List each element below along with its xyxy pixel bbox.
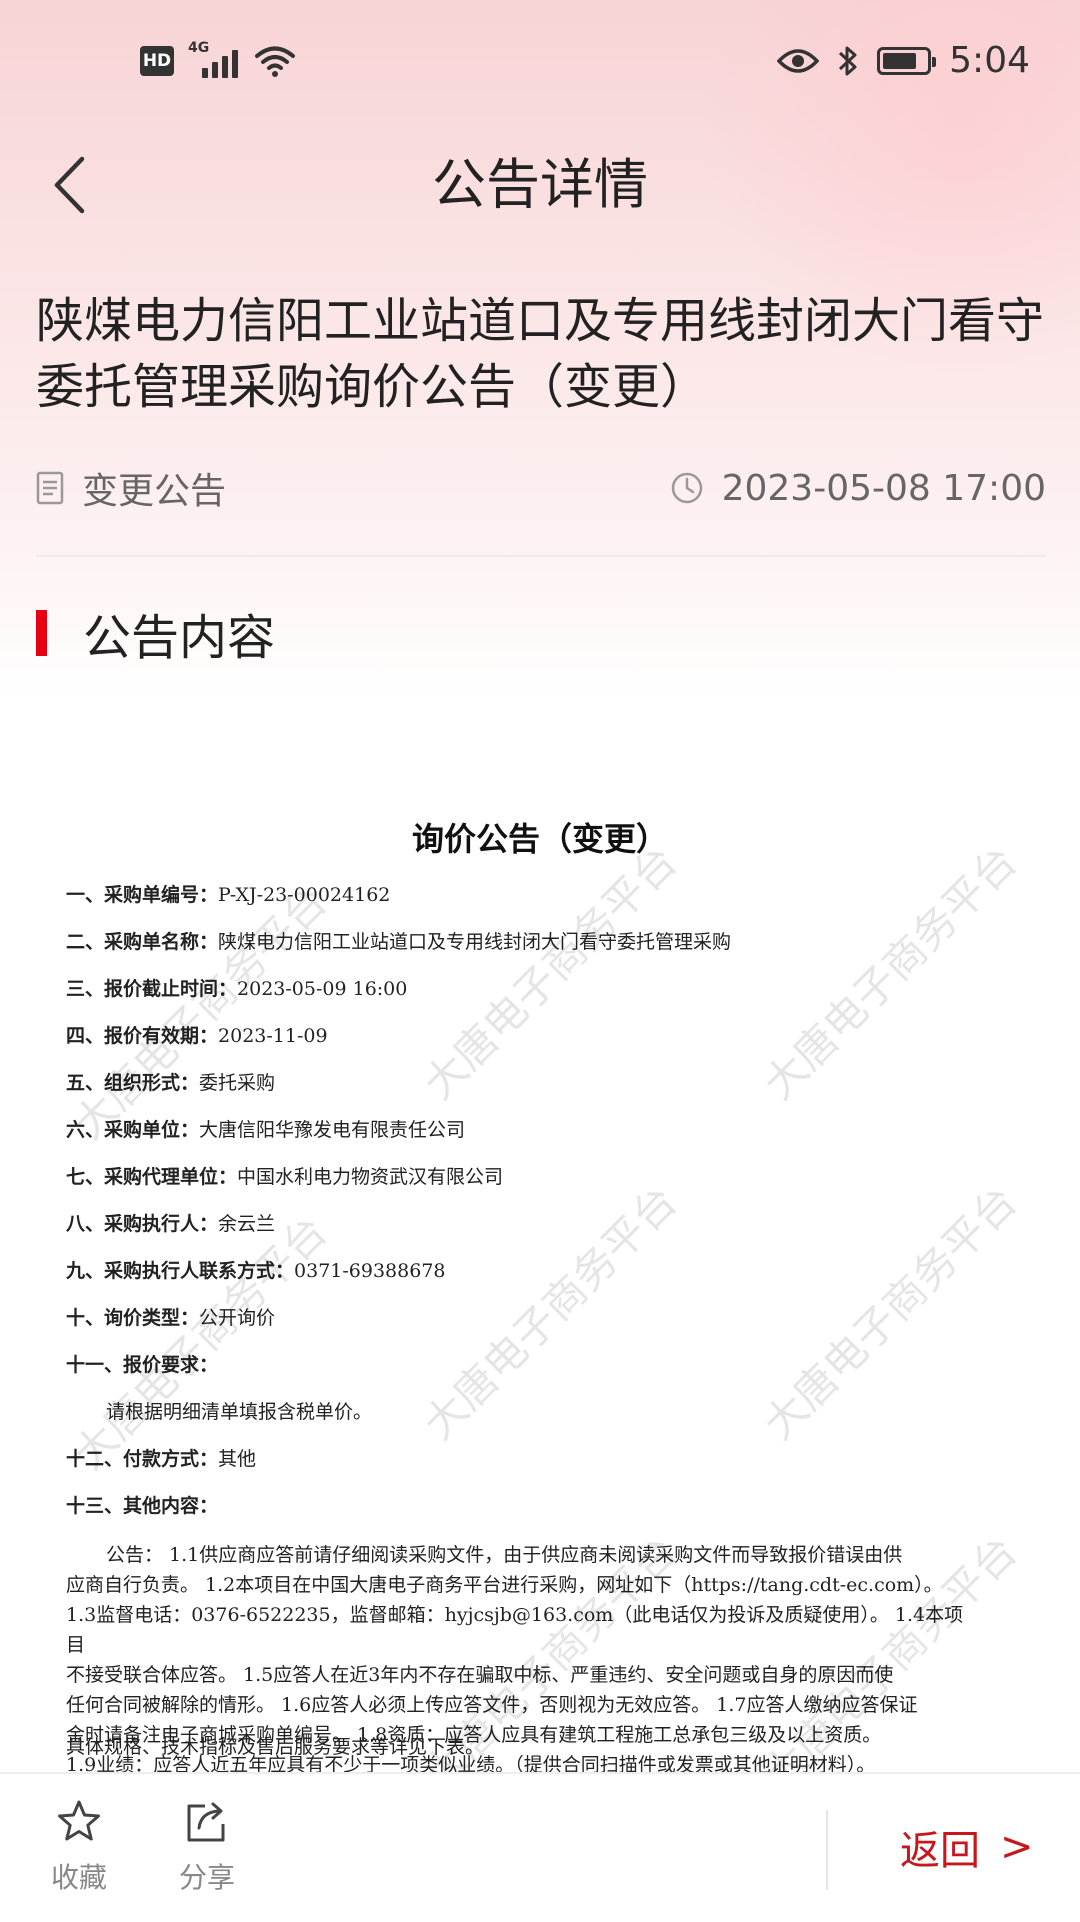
bottom-divider: [826, 1810, 828, 1890]
status-right: 5:04: [777, 40, 1030, 81]
notice-category: 变更公告: [36, 462, 226, 514]
document-item: 七、采购代理单位：中国水利电力物资武汉有限公司: [66, 1166, 504, 1188]
document-item: 六、采购单位：大唐信阳华豫发电有限责任公司: [66, 1119, 466, 1141]
status-time: 5:04: [949, 40, 1030, 81]
bluetooth-icon: [839, 46, 857, 75]
star-icon: [58, 1800, 100, 1841]
document-item: 五、组织形式：委托采购: [66, 1072, 276, 1094]
status-bar: HD 4G 5:04: [0, 0, 1080, 130]
section-title: 公告内容: [83, 610, 276, 666]
document-item: 十一、报价要求：: [66, 1354, 219, 1376]
favorite-label: 收藏: [50, 1861, 107, 1894]
wifi-icon: [255, 46, 295, 77]
document-item: 四、报价有效期：2023-11-09: [66, 1025, 328, 1047]
bottom-action-bar: 收藏 分享 返回 >: [0, 1772, 1080, 1922]
return-button[interactable]: 返回 >: [900, 1818, 1034, 1876]
notice-headline: 陕煤电力信阳工业站道口及专用线封闭大门看守委托管理采购询价公告（变更）: [36, 293, 1045, 415]
status-left: HD 4G: [140, 40, 296, 78]
category-label: 变更公告: [82, 471, 227, 512]
document-item: 一、采购单编号：P-XJ-23-00024162: [66, 884, 391, 906]
share-button[interactable]: 分享: [162, 1798, 252, 1896]
section-accent-bar: [36, 610, 47, 656]
share-icon: [187, 1802, 225, 1842]
battery-icon: [877, 46, 937, 75]
clock-icon: [671, 472, 702, 504]
chevron-right-icon: >: [1000, 1824, 1034, 1870]
document-item: 十、询价类型：公开询价: [66, 1307, 276, 1329]
notice-document: 询价公告（变更） 一、采购单编号：P-XJ-23-00024162 二、采购单名…: [0, 800, 1080, 1775]
document-item: 九、采购执行人联系方式：0371-69388678: [66, 1260, 446, 1282]
favorite-button[interactable]: 收藏: [34, 1798, 124, 1896]
paragraph-line: 1.3监督电话：0376-6522235，监督邮箱：hyjcsjb@163.co…: [66, 1604, 964, 1656]
notice-meta: 变更公告 2023-05-08 17:00: [36, 460, 1046, 516]
paragraph-line: 应商自行负责。 1.2本项目在中国大唐电子商务平台进行采购，网址如下（https…: [66, 1574, 943, 1596]
document-last-line: 具体规格、技术指标及售后服务要求等详见下表。: [66, 1736, 485, 1758]
document-item: 二、采购单名称：陕煤电力信阳工业站道口及专用线封闭大门看守委托管理采购: [66, 931, 732, 953]
section-header: 公告内容: [36, 598, 275, 668]
paragraph-line: 公告： 1.1供应商应答前请仔细阅读采购文件，由于供应商未阅读采购文件而导致报价…: [106, 1544, 903, 1566]
eye-icon: [777, 48, 820, 73]
nav-bar: 公告详情: [0, 140, 1080, 230]
document-item: 三、报价截止时间：2023-05-09 16:00: [66, 978, 408, 1000]
paragraph-line: 任何合同被解除的情形。 1.6应答人必须上传应答文件，否则视为无效应答。 1.7…: [66, 1694, 918, 1716]
divider: [36, 555, 1046, 557]
document-items: 一、采购单编号：P-XJ-23-00024162 二、采购单名称：陕煤电力信阳工…: [66, 872, 966, 1530]
paragraph-line: 不接受联合体应答。 1.5应答人在近3年内不存在骗取中标、严重违约、安全问题或自…: [66, 1664, 894, 1686]
share-label: 分享: [178, 1861, 235, 1894]
page-title: 公告详情: [432, 153, 648, 216]
notice-datetime: 2023-05-08 17:00: [670, 468, 1046, 509]
document-item: 十三、其他内容：: [66, 1495, 219, 1517]
return-label: 返回: [900, 1828, 980, 1874]
quote-requirement: 请根据明细清单填报含税单价。: [106, 1401, 373, 1423]
document-item: 八、采购执行人：余云兰: [66, 1213, 276, 1235]
document-title: 询价公告（变更）: [411, 820, 668, 858]
hd-badge: HD: [140, 46, 174, 76]
document-item: 十二、付款方式：其他: [66, 1448, 257, 1470]
datetime-label: 2023-05-08 17:00: [721, 467, 1046, 509]
signal-icon: 4G: [188, 40, 240, 78]
document-icon: [36, 471, 64, 505]
